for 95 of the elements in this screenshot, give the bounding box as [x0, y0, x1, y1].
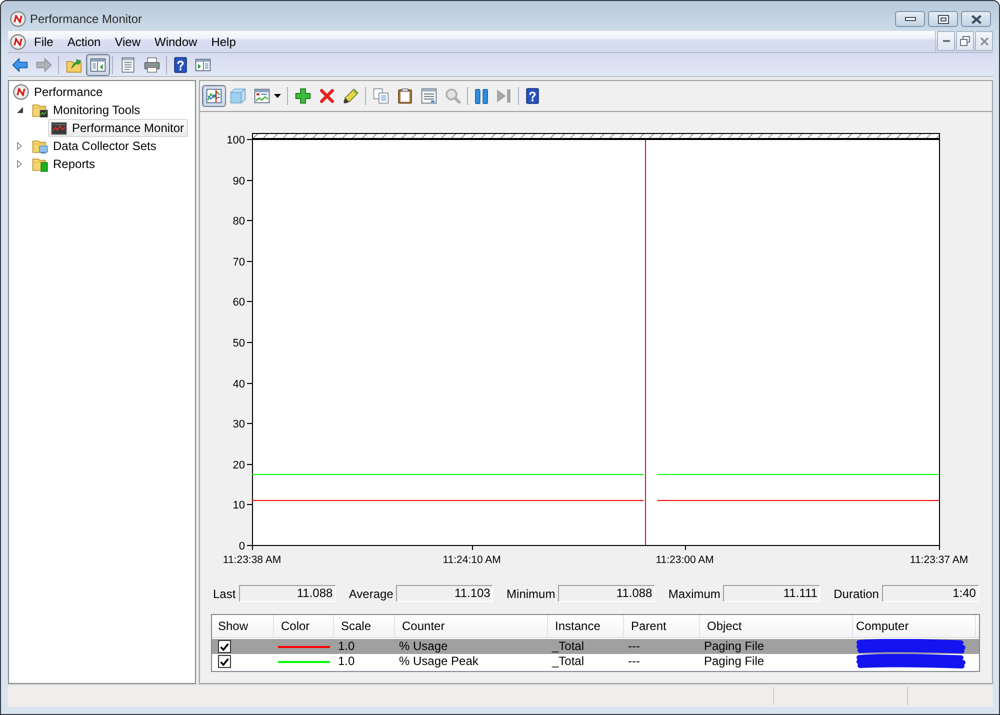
- y-tick-label: 10: [232, 500, 245, 512]
- column-header[interactable]: Counter: [395, 615, 548, 637]
- expander-icon[interactable]: [16, 107, 22, 113]
- y-tick-label: 40: [232, 378, 245, 390]
- folder-graph-icon: [32, 102, 48, 118]
- folder-report-icon: [32, 156, 48, 172]
- legend-row[interactable]: 1.0 % Usage _Total --- Paging File: [212, 639, 979, 654]
- menu-item[interactable]: File: [27, 32, 60, 52]
- highlighter-icon[interactable]: [343, 88, 359, 104]
- x-tick-label: 11:24:10 AM: [442, 554, 501, 566]
- folder-arrow-icon[interactable]: [66, 56, 82, 72]
- close-icon: [980, 36, 988, 46]
- stat-value-field: 11.103: [396, 585, 494, 602]
- stat-label: Minimum: [506, 586, 556, 600]
- caret-icon[interactable]: [274, 94, 281, 98]
- minimize-icon: [942, 40, 950, 42]
- tree-item[interactable]: Performance Monitor: [48, 119, 188, 137]
- clipboard-icon[interactable]: [397, 88, 413, 104]
- gauge-icon[interactable]: [10, 11, 26, 27]
- stat-value-field: 11.111: [723, 585, 820, 602]
- tree-item[interactable]: Data Collector Sets: [29, 137, 160, 155]
- printer-icon[interactable]: [144, 56, 160, 72]
- graph-screen-icon: [51, 122, 67, 134]
- y-tick-label: 50: [232, 338, 245, 350]
- tree-item[interactable]: Reports: [29, 155, 100, 173]
- folder-screen-icon: [32, 138, 48, 154]
- maximize-icon: [938, 14, 948, 24]
- table-cell-text: ---: [627, 639, 641, 654]
- column-header[interactable]: Scale: [334, 615, 395, 637]
- y-tick-label: 20: [232, 460, 245, 472]
- column-header[interactable]: Computer: [853, 615, 976, 637]
- column-header[interactable]: Instance: [548, 615, 624, 637]
- plus-icon[interactable]: [295, 88, 311, 104]
- stat-label: Duration: [834, 586, 879, 600]
- x-tick-label: 11:23:00 AM: [656, 554, 714, 566]
- table-cell-text: _Total: [550, 654, 586, 669]
- menu-item[interactable]: Action: [60, 32, 108, 52]
- close-icon: [970, 14, 982, 24]
- delete-icon[interactable]: [319, 88, 335, 104]
- y-tick-label: 30: [232, 418, 245, 430]
- child-minimize-button[interactable]: [937, 31, 955, 51]
- x-tick-label: 11:23:38 AM: [222, 554, 282, 566]
- stat-label: Maximum: [668, 586, 720, 600]
- column-header[interactable]: Object: [700, 615, 853, 637]
- copy-icon[interactable]: [373, 88, 389, 104]
- tree-item[interactable]: Monitoring Tools: [29, 101, 144, 119]
- properties-icon[interactable]: [421, 88, 437, 104]
- legend-row[interactable]: 1.0 % Usage Peak _Total --- Paging File: [212, 654, 979, 669]
- help-icon[interactable]: [526, 88, 539, 104]
- gauge-icon[interactable]: [10, 34, 26, 50]
- table-cell-text: Paging File: [703, 639, 766, 654]
- y-tick-label: 60: [232, 296, 245, 308]
- line-graph-button[interactable]: [202, 85, 226, 107]
- gauge-icon: [13, 84, 29, 100]
- y-tick-label: 70: [232, 256, 245, 268]
- pane-toggle-button[interactable]: [86, 54, 110, 76]
- stat-value-field: 11.088: [238, 585, 336, 602]
- column-header[interactable]: Parent: [624, 615, 700, 637]
- chart-window-icon[interactable]: [254, 88, 270, 104]
- close-button[interactable]: [961, 11, 991, 27]
- back-arrow-icon[interactable]: [12, 56, 28, 72]
- stat-value-field: 1:40: [882, 585, 979, 602]
- column-header[interactable]: Show: [212, 615, 274, 637]
- table-cell-text: % Usage: [398, 639, 449, 654]
- y-tick-label: 100: [226, 134, 245, 146]
- maximize-button[interactable]: [928, 11, 958, 27]
- table-cell-text: Paging File: [703, 654, 766, 669]
- table-cell-text: 1.0: [337, 639, 356, 654]
- minimize-icon: [904, 17, 916, 21]
- menu-item[interactable]: View: [108, 32, 148, 52]
- column-header[interactable]: Color: [274, 615, 334, 637]
- x-tick-label: 11:23:37 AM: [910, 554, 968, 566]
- window-title: Performance Monitor: [30, 12, 142, 26]
- y-tick-label: 0: [238, 540, 245, 552]
- stat-value-field: 11.088: [558, 585, 656, 602]
- window-play-icon[interactable]: [195, 56, 211, 72]
- y-tick-label: 90: [232, 176, 245, 188]
- stat-label: Average: [348, 586, 394, 600]
- checkbox[interactable]: [218, 640, 231, 653]
- table-cell-text: 1.0: [337, 654, 356, 669]
- minimize-button[interactable]: [895, 11, 925, 27]
- checkbox[interactable]: [218, 655, 231, 668]
- table-cell-text: % Usage Peak: [398, 654, 480, 669]
- y-tick-label: 80: [232, 216, 245, 228]
- table-cell-text: _Total: [550, 639, 586, 654]
- document-icon[interactable]: [120, 56, 136, 72]
- stat-label: Last: [213, 586, 236, 600]
- help-icon[interactable]: [174, 56, 187, 72]
- child-restore-button[interactable]: [956, 31, 974, 51]
- tree-item[interactable]: Performance: [10, 83, 107, 101]
- pause-icon[interactable]: [475, 88, 488, 104]
- table-cell-text: ---: [627, 654, 641, 669]
- menu-item[interactable]: Window: [148, 32, 204, 52]
- menu-item[interactable]: Help: [204, 32, 243, 52]
- restore-icon: [960, 36, 970, 46]
